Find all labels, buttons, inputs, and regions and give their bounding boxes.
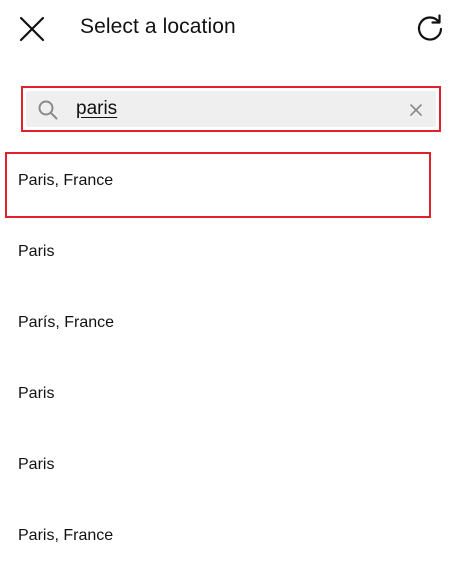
refresh-icon	[417, 14, 443, 41]
list-item-label: Paris	[18, 243, 55, 260]
list-item[interactable]: París, France	[0, 294, 463, 354]
list-item-label: París, France	[18, 314, 115, 331]
list-item[interactable]: Paris, France	[0, 152, 463, 218]
list-item-label: Paris	[18, 385, 55, 402]
header: Select a location	[0, 0, 463, 58]
list-item-label: Paris	[18, 456, 55, 473]
list-item[interactable]: Paris	[0, 436, 463, 496]
clear-icon	[410, 104, 422, 116]
list-item-label: Paris, France	[18, 527, 114, 544]
list-item[interactable]: Paris, France	[0, 507, 463, 567]
location-picker-screen: Select a location paris Paris, France Pa…	[0, 0, 463, 568]
search-icon	[38, 100, 58, 120]
close-icon	[19, 16, 45, 42]
list-item[interactable]: Paris	[0, 365, 463, 425]
search-highlight: paris	[21, 86, 441, 132]
close-button[interactable]	[17, 14, 47, 44]
search-field[interactable]: paris	[26, 91, 436, 127]
list-item-label: Paris, France	[18, 172, 114, 189]
refresh-button[interactable]	[414, 12, 446, 44]
search-input[interactable]: paris	[76, 98, 117, 120]
clear-search-button[interactable]	[408, 102, 424, 118]
page-title: Select a location	[80, 15, 236, 38]
list-item[interactable]: Paris	[0, 223, 463, 283]
